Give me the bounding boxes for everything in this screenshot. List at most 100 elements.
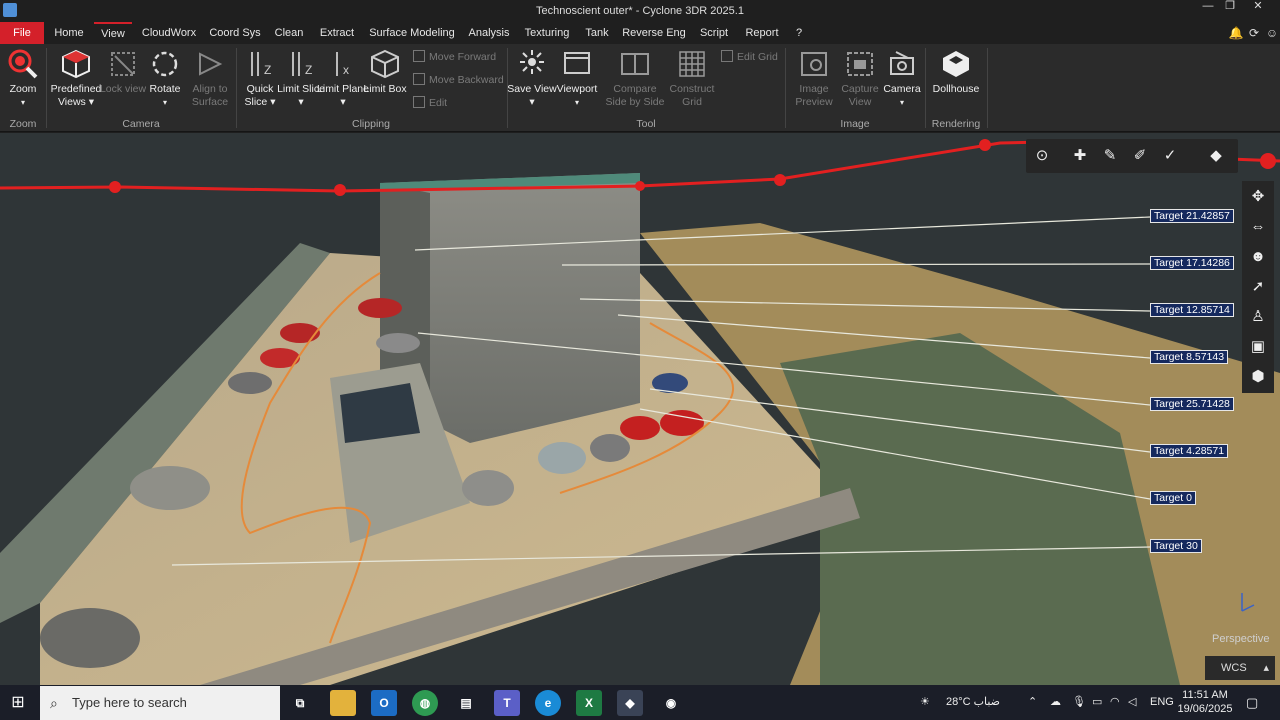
menu-surface-modeling[interactable]: Surface Modeling [366,22,458,44]
target-label[interactable]: Target 0 [1150,491,1196,505]
refresh-icon[interactable]: ⟳ [1246,25,1262,41]
menu-analysis[interactable]: Analysis [464,22,514,44]
tag-check-icon[interactable]: ✓ [1158,144,1182,168]
move-forward-button[interactable]: Move Forward [413,48,496,66]
grid-icon [679,51,705,77]
notifications-icon[interactable]: ▢ [1246,685,1258,720]
cube-icon [62,49,90,79]
image-preview-button[interactable]: Image Preview [788,48,840,109]
capture-view-label: Capture View [841,83,879,108]
menu-tank[interactable]: Tank [580,22,614,44]
excel-icon[interactable]: X [576,690,602,716]
dollhouse-button[interactable]: Dollhouse [930,48,982,96]
dollhouse-view-icon[interactable]: ⬢ [1246,365,1270,389]
measure-icon[interactable]: ✎ [1098,144,1122,168]
weather-text[interactable]: 28°C ضباب [946,685,1000,720]
window-title: Technoscient outer* - Cyclone 3DR 2025.1 [536,5,744,17]
menu-home[interactable]: Home [50,22,88,44]
menu-script[interactable]: Script [694,22,734,44]
zoom-button[interactable]: Zoom ▾ [0,48,49,109]
target-label[interactable]: Target 8.57143 [1150,350,1229,364]
rotate-icon [152,51,178,77]
target-circle-icon[interactable]: ⊙ [1030,144,1054,168]
move-backward-label: Move Backward [429,74,504,86]
cyclone-3dr-icon[interactable]: ◆ [617,690,643,716]
menu-file[interactable]: File [0,22,44,44]
quick-slice-icon: Z [251,52,271,77]
move-backward-button[interactable]: Move Backward [413,71,504,89]
person-icon[interactable]: ♙ [1246,305,1270,329]
predefined-views-button[interactable]: Predefined Views ▾ [50,48,102,109]
fly-icon[interactable]: ➚ [1246,275,1270,299]
menu-cloudworx[interactable]: CloudWorx [138,22,200,44]
zoom-label: Zoom [9,83,37,95]
target-label[interactable]: Target 17.14286 [1150,256,1234,270]
compare-side-by-side-button[interactable]: Compare Side by Side [602,48,668,109]
remote-desktop-icon[interactable]: ▤ [453,690,479,716]
menu-clean[interactable]: Clean [270,22,308,44]
construct-grid-button[interactable]: Construct Grid [666,48,718,109]
save-view-label: Save View [507,83,557,95]
menu-coord-sys[interactable]: Coord Sys [206,22,264,44]
tag-edit-icon[interactable]: ✐ [1128,144,1152,168]
clock[interactable]: 11:51 AM 19/06/2025 [1170,688,1240,716]
menu-view[interactable]: View [94,22,132,44]
measure-add-icon[interactable]: ✚ [1068,144,1092,168]
bell-icon[interactable]: 🔔 [1228,25,1244,41]
target-label[interactable]: Target 25.71428 [1150,397,1234,411]
edge-icon[interactable]: e [535,690,561,716]
target-label[interactable]: Target 12.85714 [1150,303,1234,317]
file-explorer-icon[interactable] [330,690,356,716]
teams-icon[interactable]: T [494,690,520,716]
edit-clip-button[interactable]: Edit [413,94,447,112]
construct-grid-label: Construct Grid [669,83,715,108]
box-view-icon[interactable]: ▣ [1246,335,1270,359]
target-label[interactable]: Target 21.42857 [1150,209,1234,223]
target-label[interactable]: Target 30 [1150,539,1202,553]
menu-help[interactable]: ? [790,22,808,44]
camera-button[interactable]: Camera ▾ [876,48,928,109]
coordinate-system-selector[interactable]: WCS ▴ [1205,656,1275,680]
projection-label: Perspective [1212,633,1270,645]
menu-reverse-eng[interactable]: Reverse Eng [620,22,688,44]
mic-icon[interactable]: 🎙 [1072,685,1086,720]
limit-box-button[interactable]: Limit Box [359,48,411,96]
edit-grid-button[interactable]: Edit Grid [721,48,778,66]
navigation-toolbar: ⊙ ✚ ✎ ✐ ✓ ◆ [1026,139,1238,173]
viewport-button[interactable]: Viewport ▾ [551,48,603,109]
menu-bar: File Home View CloudWorx Coord Sys Clean… [0,22,1280,44]
browser-icon[interactable]: ◍ [412,690,438,716]
task-view-icon[interactable]: ⧉ [287,690,313,716]
align-to-surface-button[interactable]: Align to Surface [184,48,236,109]
target-label[interactable]: Target 4.28571 [1150,444,1229,458]
restore-button[interactable]: ❐ [1216,0,1244,14]
search-box[interactable]: ⌕ Type here to search [40,686,280,720]
move-backward-icon [413,73,425,85]
battery-icon[interactable]: ▭ [1092,685,1102,720]
weather-icon[interactable]: ☀ [920,685,930,720]
move-forward-label: Move Forward [429,51,497,63]
compare-icon [621,53,649,75]
tray-overflow-icon[interactable]: ⌃ [1028,685,1037,720]
move-forward-icon [413,50,425,62]
menu-extract[interactable]: Extract [314,22,360,44]
menu-report[interactable]: Report [740,22,784,44]
pan-icon[interactable]: ⇔ [1246,215,1270,239]
volume-icon[interactable]: ◁ [1128,685,1136,720]
svg-text:x: x [343,63,349,77]
cloud-icon[interactable]: ☁ [1050,685,1061,720]
windows-start-icon[interactable]: ⊞ [8,693,28,713]
viewport-label: Viewport [556,83,598,95]
menu-texturing[interactable]: Texturing [520,22,574,44]
recorder-icon[interactable]: ◉ [658,690,684,716]
walk-icon[interactable]: ☻ [1246,245,1270,269]
limit-plane-icon: x [336,52,349,77]
outlook-icon[interactable]: O [371,690,397,716]
account-icon[interactable]: ☺ [1264,25,1280,41]
image-preview-label: Image Preview [795,83,833,108]
close-button[interactable]: ✕ [1244,0,1272,14]
orbit-icon[interactable]: ✥ [1246,185,1270,209]
3d-viewport[interactable]: Target 21.42857 Target 17.14286 Target 1… [0,133,1280,685]
wifi-icon[interactable]: ◠ [1110,685,1120,720]
label-tag-icon[interactable]: ◆ [1204,144,1228,168]
